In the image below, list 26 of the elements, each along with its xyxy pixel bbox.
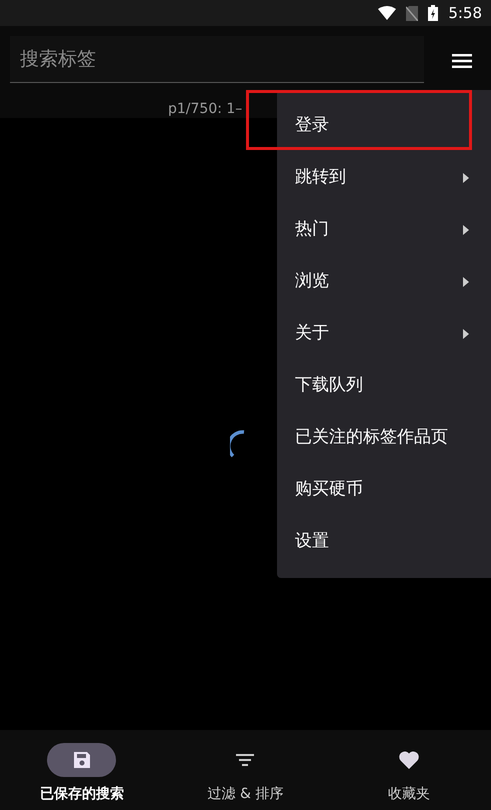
nav-tab[interactable]: 过滤 & 排序 [164,730,328,810]
menu-item[interactable]: 下载队列 [277,360,491,412]
menu-item[interactable]: 已关注的标签作品页 [277,412,491,464]
menu-item[interactable]: 浏览 [277,256,491,308]
menu-item[interactable]: 设置 [277,516,491,568]
filter-icon [235,752,256,768]
caret-icon [463,277,469,287]
menu-item[interactable]: 热门 [277,204,491,256]
page-info: p1/750: 1– [168,101,242,117]
no-sim-icon [406,6,418,20]
menu-item[interactable]: 关于 [277,308,491,360]
caret-icon [463,329,469,339]
caret-icon [463,225,469,235]
nav-tab[interactable]: 已保存的搜索 [0,730,164,810]
status-time: 5:58 [448,2,482,24]
loading-spinner-icon [230,430,246,458]
search-field[interactable]: 搜索标签 [10,36,424,83]
caret-icon [463,173,469,183]
battery-charging-icon [428,5,438,21]
menu-item[interactable]: 登录 [277,100,491,152]
nav-tab[interactable]: 收藏夹 [327,730,491,810]
heart-icon [398,750,420,770]
menu-item[interactable]: 购买硬币 [277,464,491,516]
menu-icon[interactable] [452,53,472,69]
menu-item[interactable]: 跳转到 [277,152,491,204]
wifi-icon [378,6,396,20]
